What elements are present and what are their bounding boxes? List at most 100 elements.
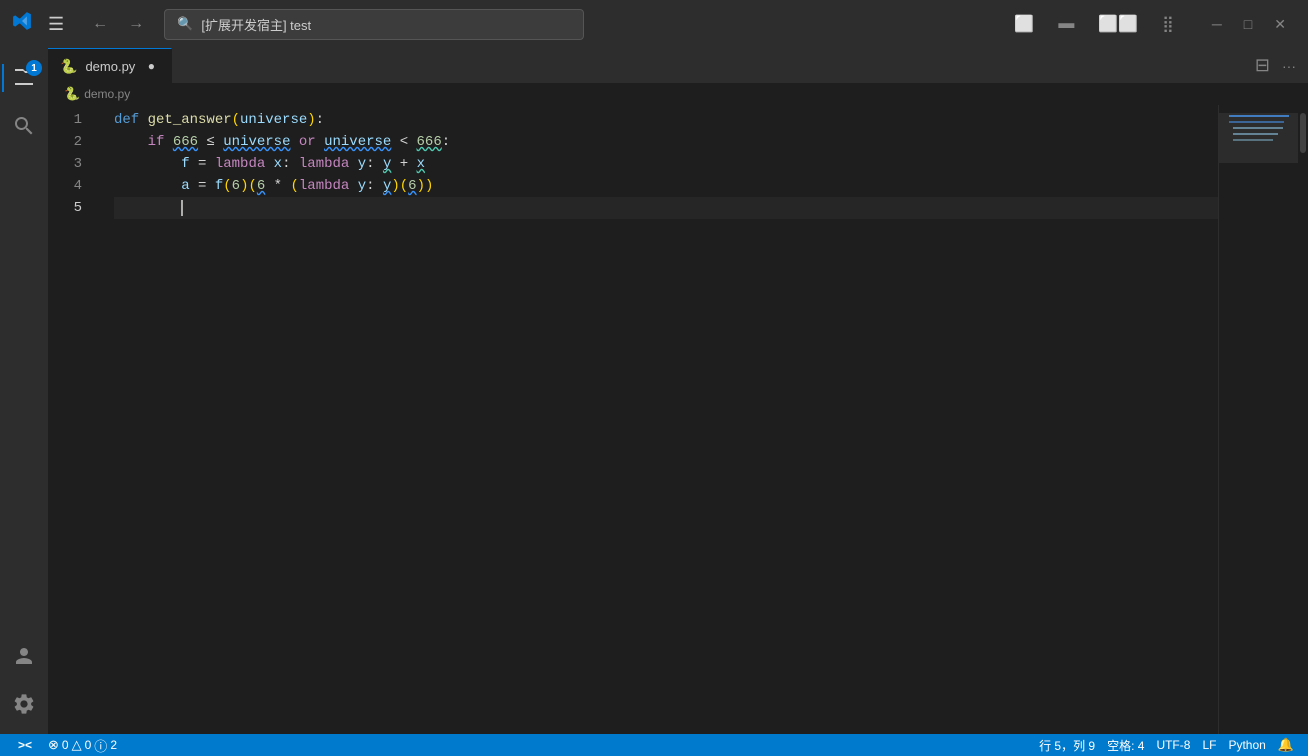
tab-bar: 🐍 demo.py ● ⊟ ··· <box>48 48 1308 83</box>
indentation: 空格: 4 <box>1107 737 1144 754</box>
back-button[interactable]: ← <box>84 11 116 37</box>
language-mode: Python <box>1228 738 1265 752</box>
status-line-ending[interactable]: LF <box>1196 738 1222 752</box>
plus-op: + <box>391 153 416 175</box>
layout-toggle-2[interactable]: ▬ <box>1050 11 1082 37</box>
forward-button[interactable]: → <box>120 11 152 37</box>
sidebar-item-account[interactable] <box>2 634 46 678</box>
remote-icon: >< <box>18 738 32 752</box>
status-left: >< ⊗ 0 △ 0 ⓘ 2 <box>8 736 123 755</box>
var-universe-1: universe <box>223 131 290 153</box>
window-controls: ─ □ ✕ <box>1202 12 1296 37</box>
eq-2: = <box>190 175 215 197</box>
title-actions: ⬜ ▬ ⬜⬜ ⣿ <box>1006 10 1181 38</box>
paren-4b: ) <box>240 175 248 197</box>
indent-3 <box>114 153 181 175</box>
indent-4 <box>114 175 181 197</box>
var-y-1: y <box>383 153 391 175</box>
warning-count: 0 <box>85 738 92 752</box>
code-line-2: if 666 ≤ universe or universe < 666: <box>114 131 1218 153</box>
close-button[interactable]: ✕ <box>1264 12 1296 37</box>
status-remote[interactable]: >< <box>8 738 42 752</box>
vscode-logo <box>12 11 32 37</box>
indent-5 <box>114 197 181 219</box>
tab-demo-py[interactable]: 🐍 demo.py ● <box>48 48 172 83</box>
breadcrumb-path: demo.py <box>84 87 130 101</box>
paren-4f: ( <box>400 175 408 197</box>
search-bar[interactable]: 🔍 [扩展开发宿主] test <box>164 9 584 40</box>
status-spaces[interactable]: 空格: 4 <box>1101 737 1150 754</box>
minimize-button[interactable]: ─ <box>1202 12 1232 37</box>
kw-if: if <box>148 131 173 153</box>
kw-lambda-2: lambda <box>299 153 349 175</box>
minimap-content <box>1227 113 1297 193</box>
status-position[interactable]: 行 5，列 9 <box>1033 737 1101 754</box>
status-bell[interactable]: 🔔 <box>1272 737 1300 753</box>
mult-op: * <box>265 175 290 197</box>
paren-4g: ) <box>417 175 425 197</box>
status-errors[interactable]: ⊗ 0 △ 0 ⓘ 2 <box>42 736 123 755</box>
code-editor[interactable]: 1 2 3 4 5 def get_answer(universe): if 6… <box>48 105 1308 734</box>
paren-4c: ( <box>248 175 256 197</box>
var-f: f <box>181 153 189 175</box>
scrollbar-thumb[interactable] <box>1300 113 1306 153</box>
layout-toggle-4[interactable]: ⣿ <box>1154 10 1182 38</box>
colon-1: : <box>316 109 324 131</box>
paren-4d: ( <box>291 175 299 197</box>
param-universe: universe <box>240 109 307 131</box>
paren-4h: ) <box>425 175 433 197</box>
editor-area: 🐍 demo.py ● ⊟ ··· 🐍 demo.py 1 2 3 4 5 <box>48 48 1308 734</box>
text-cursor <box>181 200 183 216</box>
status-encoding[interactable]: UTF-8 <box>1150 738 1196 752</box>
fn-f-call: f <box>215 175 223 197</box>
tab-python-icon: 🐍 <box>60 58 77 75</box>
kw-lambda-1: lambda <box>215 153 265 175</box>
status-right: 行 5，列 9 空格: 4 UTF-8 LF Python 🔔 <box>1033 737 1300 754</box>
num-666-1: 666 <box>173 131 198 153</box>
status-language[interactable]: Python <box>1222 738 1271 752</box>
var-y-2: y <box>383 175 391 197</box>
search-text: [扩展开发宿主] test <box>201 15 311 34</box>
code-line-1: def get_answer(universe): <box>114 109 1218 131</box>
num-666-2: 666 <box>417 131 442 153</box>
lt-op: < <box>391 131 416 153</box>
split-editor-button[interactable]: ⊟ <box>1251 51 1274 80</box>
code-line-4: a = f(6)(6 * (lambda y: y)(6)) <box>114 175 1218 197</box>
sidebar-item-explorer[interactable]: 1 <box>2 56 46 100</box>
num-6-2: 6 <box>257 175 265 197</box>
sidebar-item-settings[interactable] <box>2 682 46 726</box>
line-num-2: 2 <box>48 131 90 153</box>
breadcrumb-python-icon: 🐍 <box>64 86 80 102</box>
maximize-button[interactable]: □ <box>1234 12 1262 37</box>
line-ending: LF <box>1202 738 1216 752</box>
nav-buttons: ← → <box>84 11 152 37</box>
var-x-1: x <box>417 153 425 175</box>
param-y2: y <box>358 175 366 197</box>
line-num-3: 3 <box>48 153 90 175</box>
warning-icon: △ <box>72 737 82 753</box>
explorer-badge: 1 <box>26 60 42 76</box>
code-content[interactable]: def get_answer(universe): if 666 ≤ unive… <box>98 105 1218 734</box>
paren-4a: ( <box>223 175 231 197</box>
file-encoding: UTF-8 <box>1156 738 1190 752</box>
colon-4: : <box>366 175 383 197</box>
menu-icon[interactable]: ☰ <box>44 10 68 39</box>
cursor-position: 行 5，列 9 <box>1039 737 1095 754</box>
scrollbar[interactable] <box>1298 105 1308 734</box>
activity-bar: 1 <box>0 48 48 734</box>
layout-toggle-1[interactable]: ⬜ <box>1006 10 1042 38</box>
kw-or: or <box>290 131 324 153</box>
space-op-1: ≤ <box>198 131 223 153</box>
paren-4e: ) <box>391 175 399 197</box>
error-icon: ⊗ <box>48 737 59 753</box>
more-actions-button[interactable]: ··· <box>1278 54 1300 78</box>
search-icon: 🔍 <box>177 16 193 32</box>
layout-toggle-3[interactable]: ⬜⬜ <box>1090 10 1146 38</box>
tab-modified-indicator[interactable]: ● <box>143 58 159 74</box>
status-bar: >< ⊗ 0 △ 0 ⓘ 2 行 5，列 9 空格: 4 UTF-8 LF Py… <box>0 734 1308 756</box>
breadcrumb: 🐍 demo.py <box>48 83 1308 105</box>
num-6-1: 6 <box>232 175 240 197</box>
space-3b <box>349 153 357 175</box>
sidebar-item-search[interactable] <box>2 104 46 148</box>
num-6-3: 6 <box>408 175 416 197</box>
